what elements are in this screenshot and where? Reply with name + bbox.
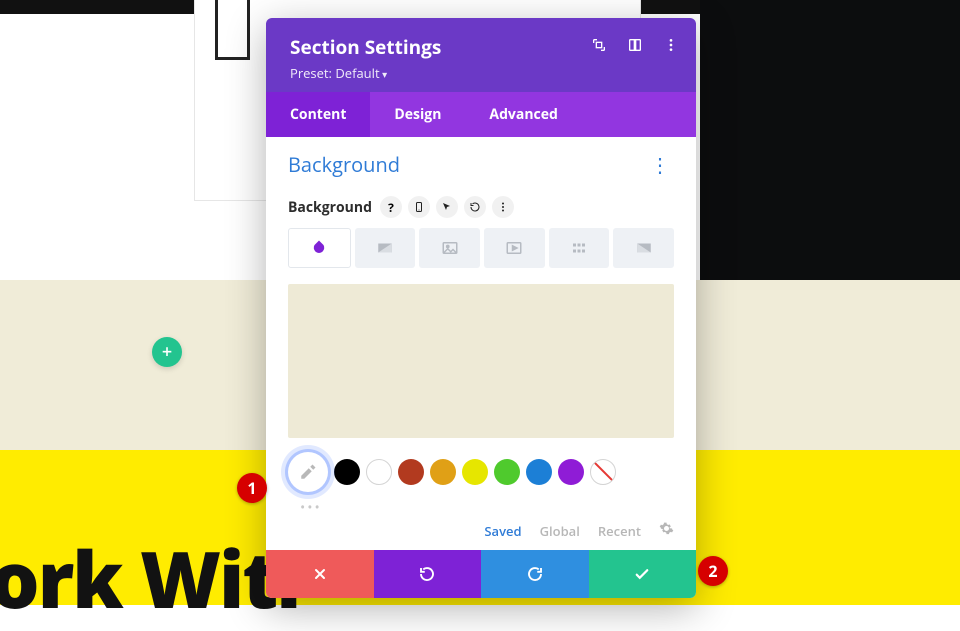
swatch-green[interactable] — [494, 459, 520, 485]
background-toolbar: ? — [380, 196, 514, 218]
expand-icon[interactable] — [590, 36, 608, 54]
section-title[interactable]: Background — [288, 151, 400, 178]
callout-label: 2 — [708, 560, 717, 582]
bgtype-video[interactable] — [484, 228, 545, 268]
cancel-button[interactable] — [266, 550, 374, 598]
swatch-yellow[interactable] — [462, 459, 488, 485]
modal-footer — [266, 550, 696, 598]
bgtype-pattern[interactable] — [549, 228, 610, 268]
section-title-row: Background ⋮ — [288, 151, 674, 178]
swatch-red[interactable] — [398, 459, 424, 485]
snap-icon[interactable] — [626, 36, 644, 54]
hover-icon[interactable] — [436, 196, 458, 218]
kebab-menu-icon[interactable] — [662, 36, 680, 54]
background-type-tabs — [288, 228, 674, 268]
swatch-none[interactable] — [590, 459, 616, 485]
swatch-white[interactable] — [366, 459, 392, 485]
right-dark-block — [700, 0, 960, 280]
header-icon-group — [590, 36, 680, 54]
bgtype-mask[interactable] — [613, 228, 674, 268]
section-kebab-icon[interactable]: ⋮ — [646, 151, 674, 178]
reset-icon[interactable] — [464, 196, 486, 218]
palette-tab-global[interactable]: Global — [540, 522, 580, 540]
tab-design[interactable]: Design — [370, 92, 465, 137]
tab-content[interactable]: Content — [266, 92, 370, 137]
palette-tab-recent[interactable]: Recent — [598, 522, 641, 540]
callout-label: 1 — [247, 477, 256, 499]
color-preview[interactable] — [288, 284, 674, 438]
hero-text-fragment: ork Witl — [0, 525, 299, 631]
tab-advanced[interactable]: Advanced — [465, 92, 581, 137]
bgtype-image[interactable] — [419, 228, 480, 268]
more-icon[interactable] — [492, 196, 514, 218]
modal-body: Background ⋮ Background ? — [266, 137, 696, 550]
help-icon[interactable]: ? — [380, 196, 402, 218]
swatch-blue[interactable] — [526, 459, 552, 485]
swatch-row — [288, 452, 674, 492]
save-button[interactable] — [589, 550, 697, 598]
bgtype-gradient[interactable] — [355, 228, 416, 268]
eyedropper-button[interactable] — [288, 452, 328, 492]
palette-settings-icon[interactable] — [659, 521, 674, 540]
palette-tabs: Saved Global Recent — [288, 521, 674, 540]
section-settings-modal: Section Settings Preset: Default Content… — [266, 18, 696, 598]
background-label: Background — [288, 198, 372, 217]
annotation-callout-2: 2 — [698, 556, 728, 586]
add-section-button[interactable]: + — [152, 337, 182, 367]
card-border-fragment — [215, 0, 250, 60]
undo-button[interactable] — [374, 550, 482, 598]
swatch-orange[interactable] — [430, 459, 456, 485]
palette-tab-saved[interactable]: Saved — [484, 522, 521, 540]
background-label-row: Background ? — [288, 196, 674, 218]
swatch-purple[interactable] — [558, 459, 584, 485]
plus-icon: + — [162, 340, 172, 364]
annotation-callout-1: 1 — [237, 473, 267, 503]
preset-dropdown[interactable]: Preset: Default — [290, 64, 672, 82]
bgtype-color[interactable] — [288, 228, 351, 268]
redo-button[interactable] — [481, 550, 589, 598]
modal-tabs: Content Design Advanced — [266, 92, 696, 137]
mobile-icon[interactable] — [408, 196, 430, 218]
modal-header: Section Settings Preset: Default — [266, 18, 696, 92]
palette-pager-icon[interactable]: ••• — [288, 498, 674, 517]
swatch-black[interactable] — [334, 459, 360, 485]
